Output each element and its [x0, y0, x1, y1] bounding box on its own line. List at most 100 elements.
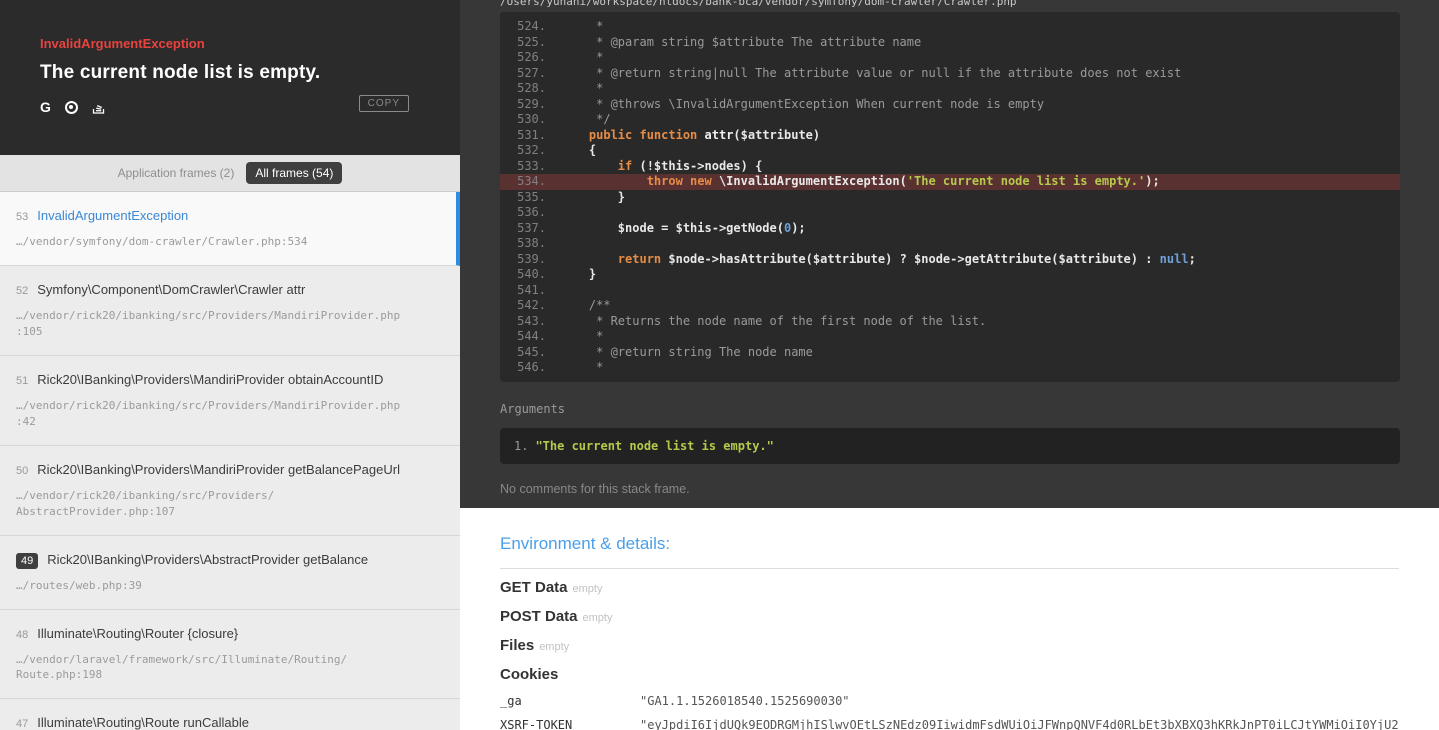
stack-frame[interactable]: 51 Rick20\IBanking\Providers\MandiriProvi… — [0, 355, 460, 446]
frame-number: 53 — [16, 211, 29, 223]
line-code: return $node->hasAttribute($attribute) ?… — [546, 252, 1196, 268]
frames-tabs: Application frames (2) All frames (54) — [0, 155, 460, 192]
line-code: $node = $this->getNode(0); — [546, 221, 806, 237]
code-token: public function — [588, 127, 698, 142]
argument-value: "The current node list is empty." — [535, 438, 774, 453]
empty-indicator: empty — [582, 612, 613, 624]
environment-details: Environment & details: GET Data empty POST… — [460, 508, 1439, 730]
stack-frame[interactable]: 49 Rick20\IBanking\Providers\AbstractProv… — [0, 535, 460, 610]
code-token: * @return string The node name — [560, 344, 813, 359]
line-code: * — [546, 19, 603, 35]
line-code: * — [546, 50, 603, 66]
code-token: (!$this->nodes) { — [632, 158, 763, 173]
code-token: throw new — [646, 174, 712, 188]
frame-name: Symfony\Component\DomCrawler\Crawler att… — [37, 281, 306, 297]
frame-name: Illuminate\Routing\Route runCallable — [37, 715, 249, 730]
cookie-row: XSRF-TOKEN "eyJpdiI6IjdUQk9EODRGMjhISlwvO… — [500, 718, 1399, 730]
code-token: attr — [704, 127, 734, 142]
line-number: 542. — [517, 298, 546, 312]
argument-item: 1. "The current node list is empty." — [514, 439, 1386, 453]
code-line: 538. — [500, 236, 1400, 252]
google-search-icon[interactable]: G — [40, 100, 51, 114]
code-token: * @return string|null The attribute valu… — [560, 65, 1182, 80]
code-line: 534. throw new \InvalidArgumentException… — [500, 174, 1400, 190]
code-token: ; — [1188, 251, 1196, 266]
code-line: 539. return $node->hasAttribute($attribu… — [500, 252, 1400, 268]
code-lines: 524. * 525. * @param string $attribute Th… — [500, 19, 1400, 376]
stack-frame[interactable]: 50 Rick20\IBanking\Providers\MandiriProvi… — [0, 445, 460, 536]
code-line: 532. { — [500, 143, 1400, 159]
code-token: } — [560, 267, 597, 281]
data-section: Cookies — [500, 666, 1399, 685]
line-number: 533. — [517, 158, 546, 173]
frame-title: 48 Illuminate\Routing\Router {closure} — [16, 626, 446, 643]
stackoverflow-search-icon[interactable] — [92, 101, 105, 114]
stackoverflow-glyph — [92, 104, 105, 114]
code-token: * — [560, 50, 604, 64]
line-code: * — [546, 329, 603, 345]
line-number: 538. — [517, 236, 546, 250]
line-number: 528. — [517, 81, 546, 95]
frame-path: …/vendor/laravel/framework/src/Illuminat… — [16, 652, 348, 682]
stack-frame[interactable]: 47 Illuminate\Routing\Route runCallable — [0, 699, 460, 730]
cookie-row: _ga "GA1.1.1526018540.1525690030" — [500, 694, 1399, 709]
frame-path: …/vendor/symfony/dom-crawler/Crawler.php… — [16, 235, 308, 248]
cookie-value: "eyJpdiI6IjdUQk9EODRGMjhISlwvOEtLSzNEdz0… — [640, 718, 1399, 730]
line-number: 535. — [517, 189, 546, 204]
line-number: 526. — [517, 50, 546, 64]
code-line: 528. * — [500, 81, 1400, 97]
code-line: 533. if (!$this->nodes) { — [500, 159, 1400, 175]
code-token: ($attribute) — [733, 127, 821, 142]
exception-message: The current node list is empty. — [40, 62, 321, 83]
whoops-error-page: InvalidArgumentException The current nod… — [0, 0, 1439, 730]
tab-application-frames[interactable]: Application frames (2) — [118, 166, 235, 180]
code-line: 542. /** — [500, 298, 1400, 314]
frame-title: 49 Rick20\IBanking\Providers\AbstractProv… — [16, 552, 446, 569]
code-token: } — [560, 189, 626, 204]
line-code: */ — [546, 112, 610, 128]
line-number: 545. — [517, 344, 546, 359]
data-sections: GET Data empty POST Data empty Files empty Coo… — [500, 579, 1399, 685]
argument-index: 1. — [514, 438, 529, 453]
stack-frame[interactable]: 53 InvalidArgumentException …/vendor/symfo… — [0, 192, 460, 266]
cookies-table: _ga "GA1.1.1526018540.1525690030" XSRF-TOK… — [500, 694, 1399, 730]
tab-all-frames[interactable]: All frames (54) — [246, 162, 343, 184]
frame-number: 51 — [16, 374, 29, 387]
code-line: 535. } — [500, 190, 1400, 206]
code-line: 544. * — [500, 329, 1400, 345]
frame-title: 47 Illuminate\Routing\Route runCallable — [16, 715, 446, 730]
code-token: 'The current node list is empty.' — [906, 174, 1146, 188]
divider — [500, 568, 1399, 569]
data-section-label: Cookies — [500, 666, 559, 683]
code-token: null — [1159, 251, 1189, 266]
line-number: 541. — [517, 282, 546, 297]
frame-number: 49 — [16, 552, 39, 569]
line-code: * — [546, 360, 603, 376]
code-token: * Returns the node name of the first nod… — [560, 313, 987, 328]
line-code: /** — [546, 298, 611, 314]
stack-frame[interactable]: 48 Illuminate\Routing\Router {closure} …/v… — [0, 609, 460, 700]
line-number: 537. — [517, 220, 546, 235]
stack-frame[interactable]: 52 Symfony\Component\DomCrawler\Crawler a… — [0, 265, 460, 356]
code-token: * @param string $attribute The attribute… — [560, 34, 922, 49]
frame-title: 51 Rick20\IBanking\Providers\MandiriProvi… — [16, 372, 446, 389]
code-token: \InvalidArgumentException( — [711, 174, 907, 188]
duckduckgo-search-icon[interactable] — [64, 101, 78, 114]
line-number: 524. — [517, 19, 546, 33]
exception-header: InvalidArgumentException The current nod… — [0, 0, 460, 155]
copy-button[interactable]: COPY — [358, 95, 409, 112]
sidebar: InvalidArgumentException The current nod… — [0, 0, 460, 730]
line-code: public function attr($attribute) — [546, 128, 820, 144]
line-number: 543. — [517, 313, 546, 328]
code-line: 546. * — [500, 360, 1400, 376]
line-number: 546. — [517, 360, 546, 374]
frame-title: 53 InvalidArgumentException — [16, 208, 446, 225]
line-number: 531. — [517, 127, 546, 142]
frame-path: …/vendor/rick20/ibanking/src/Providers/ … — [16, 488, 275, 518]
data-section: GET Data empty — [500, 579, 1399, 598]
code-token: * — [560, 329, 604, 343]
